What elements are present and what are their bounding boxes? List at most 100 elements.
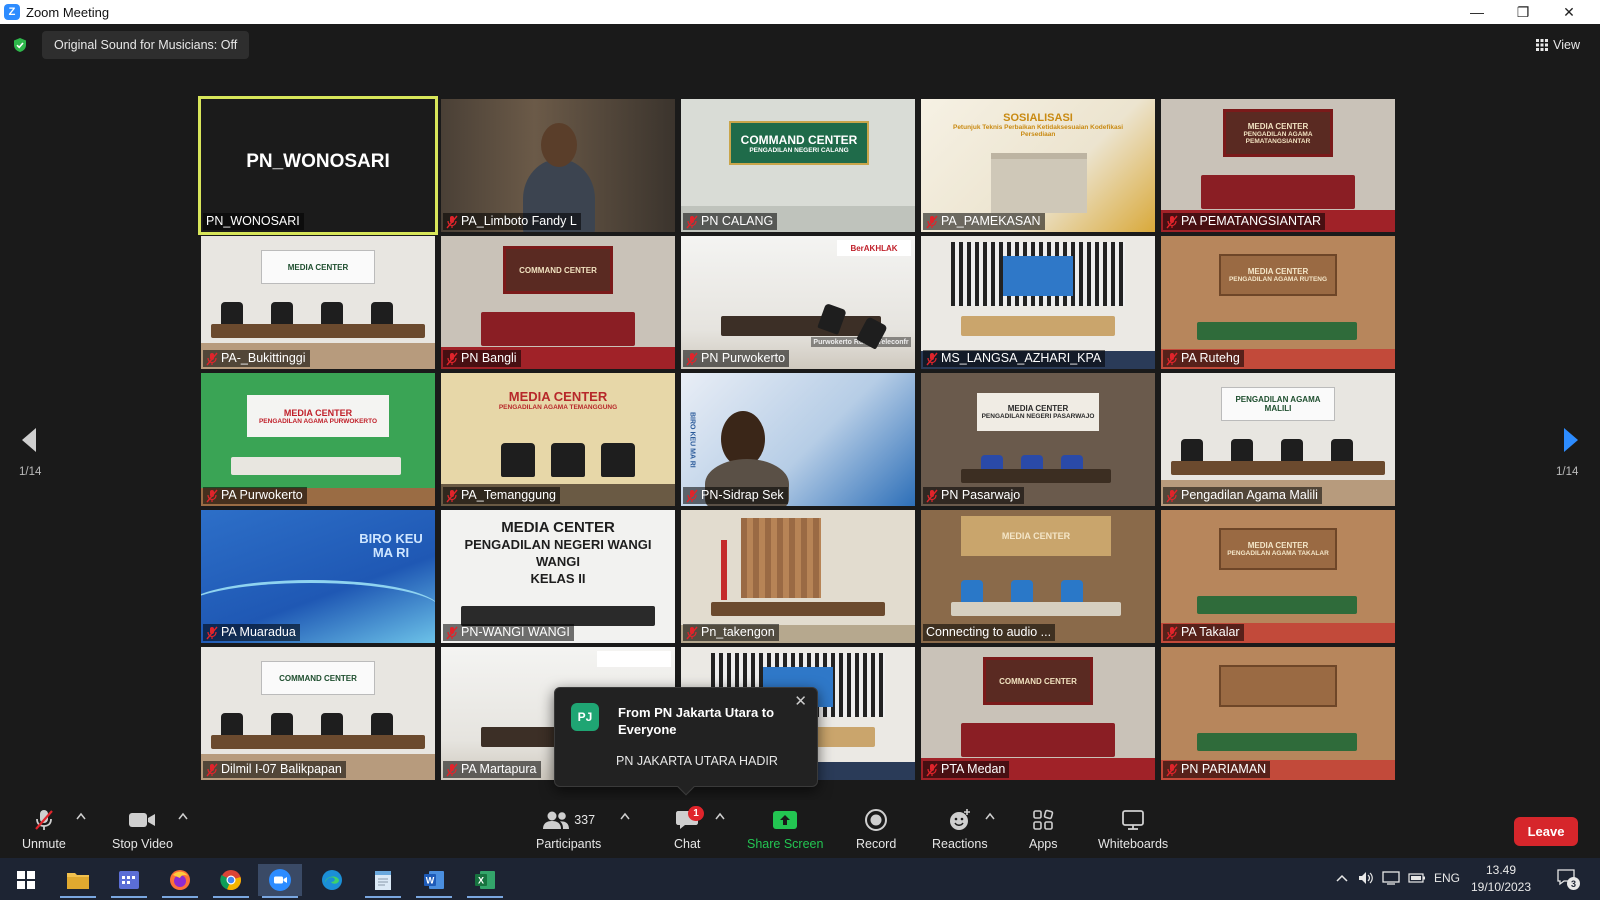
participant-name: PN-Sidrap Sek — [701, 488, 784, 502]
notification-center-icon[interactable]: 3 — [1556, 868, 1580, 890]
word-icon[interactable]: W — [412, 864, 456, 898]
scene-shape — [1201, 175, 1355, 209]
participant-tile[interactable]: PN PARIAMAN — [1161, 647, 1395, 780]
whiteboards-label: Whiteboards — [1098, 837, 1169, 851]
shield-check-icon[interactable] — [12, 37, 28, 53]
video-options-caret-icon[interactable] — [178, 812, 188, 820]
wall-sign: MEDIA CENTER — [261, 250, 375, 284]
unmute-button[interactable]: Unmute — [22, 806, 66, 851]
reactions-button[interactable]: Reactions — [932, 806, 988, 851]
scene-shape — [551, 443, 585, 477]
notification-count: 3 — [1567, 877, 1580, 890]
battery-icon[interactable] — [1408, 873, 1426, 883]
participant-tile[interactable]: PA_Limboto Fandy L — [441, 99, 675, 232]
participant-tile[interactable]: BIRO KEU MA RI PN-Sidrap Sek — [681, 373, 915, 506]
edge-icon[interactable] — [310, 864, 354, 896]
share-screen-button[interactable]: Share Screen — [747, 806, 823, 851]
volume-icon[interactable] — [1358, 871, 1374, 885]
chrome-icon[interactable] — [209, 864, 253, 898]
wall-sign: SOSIALISASI Petunjuk Teknis Perbaikan Ket… — [941, 103, 1135, 147]
participant-tile[interactable]: PENGADILAN AGAMA MALILI Pengadilan Agama … — [1161, 373, 1395, 506]
participant-name: Dilmil I-07 Balikpapan — [221, 762, 342, 776]
wall-sign-text: PENGADILAN AGAMA PEMATANGSIANTAR — [1243, 130, 1313, 145]
participant-tile[interactable]: MEDIA CENTER PA-_Bukittinggi — [201, 236, 435, 369]
participants-label: Participants — [536, 837, 602, 851]
input-language[interactable]: ENG — [1434, 871, 1460, 885]
participant-name: PA Muaradua — [221, 625, 296, 639]
participant-tile[interactable]: MEDIA CENTER PENGADILAN AGAMA PURWOKERTO P… — [201, 373, 435, 506]
minimize-icon[interactable]: — — [1454, 0, 1500, 24]
participant-tile[interactable]: COMMAND CENTER Dilmil I-07 Balikpapan — [201, 647, 435, 780]
participant-tile[interactable]: SOSIALISASI Petunjuk Teknis Perbaikan Ket… — [921, 99, 1155, 232]
chat-notification[interactable]: PJ From PN Jakarta Utara to Everyone PN … — [554, 687, 818, 796]
record-button[interactable]: Record — [856, 806, 896, 851]
participant-tile[interactable]: MEDIA CENTER PENGADILAN NEGERI WANGI WANG… — [441, 510, 675, 643]
participant-name: MS_LANGSA_AZHARI_KPA — [941, 351, 1102, 365]
participant-tile[interactable]: MEDIA CENTER Connecting to audio ... — [921, 510, 1155, 643]
view-button[interactable]: View — [1528, 33, 1588, 57]
participant-tile[interactable]: COMMAND CENTER PN Bangli — [441, 236, 675, 369]
wall-sign-text: PENGADILAN AGAMA PURWOKERTO — [258, 417, 378, 425]
participant-tile[interactable]: BIRO KEU MA RI PA Muaradua — [201, 510, 435, 643]
original-sound-button[interactable]: Original Sound for Musicians: Off — [42, 31, 250, 59]
chat-caret-icon[interactable] — [715, 812, 725, 820]
participant-tile[interactable]: MEDIA CENTER PENGADILAN AGAMA RUTENG PA Ru… — [1161, 236, 1395, 369]
record-icon — [865, 809, 888, 831]
excel-icon[interactable]: X — [463, 864, 507, 898]
close-icon[interactable]: ✕ — [794, 692, 807, 710]
wall-sign-text: COMMAND CENTER — [740, 132, 858, 147]
stop-video-button[interactable]: Stop Video — [112, 806, 173, 851]
whiteboard-icon — [1122, 810, 1144, 830]
wall-sign: MEDIA CENTER — [961, 516, 1111, 556]
participant-name-tag: PA-_Bukittinggi — [203, 350, 310, 367]
participant-name: PA Purwokerto — [221, 488, 303, 502]
wall-sign: BIRO KEU MA RI — [351, 516, 431, 576]
participant-tile[interactable]: MS_LANGSA_AZHARI_KPA — [921, 236, 1155, 369]
wall-sign-text: MEDIA CENTER — [287, 262, 349, 272]
participants-button[interactable]: 337 Participants — [536, 806, 601, 851]
calendar-app-icon[interactable] — [107, 864, 151, 898]
participant-tile[interactable]: MEDIA CENTER PENGADILAN NEGERI PASARWAJO P… — [921, 373, 1155, 506]
reactions-caret-icon[interactable] — [985, 812, 995, 820]
leave-button[interactable]: Leave — [1514, 817, 1578, 846]
participant-tile[interactable]: MEDIA CENTER PENGADILAN AGAMA TEMANGGUNG P… — [441, 373, 675, 506]
participant-tile[interactable]: BerAKHLAKPurwokerto Ruang TeleconfrPN Pu… — [681, 236, 915, 369]
participant-name-tag: PN Pasarwajo — [923, 487, 1025, 504]
close-icon[interactable]: ✕ — [1546, 0, 1592, 24]
participant-tile[interactable]: Pn_takengon — [681, 510, 915, 643]
scene-shape — [961, 316, 1115, 336]
wall-sign: MEDIA CENTER PENGADILAN NEGERI WANGI WANG… — [451, 514, 665, 592]
participant-tile[interactable]: COMMAND CENTER PTA Medan — [921, 647, 1155, 780]
audio-options-caret-icon[interactable] — [76, 812, 86, 820]
network-icon[interactable] — [1382, 871, 1400, 885]
whiteboards-button[interactable]: Whiteboards — [1098, 806, 1168, 851]
zoom-icon[interactable] — [258, 864, 302, 898]
system-clock[interactable]: 13.49 19/10/2023 — [1464, 862, 1538, 896]
restore-icon[interactable]: ❐ — [1500, 0, 1546, 24]
next-page-icon[interactable] — [1564, 428, 1578, 452]
file-explorer-icon[interactable] — [56, 864, 100, 898]
tray-chevron-icon[interactable] — [1336, 873, 1348, 883]
apps-button[interactable]: Apps — [1029, 806, 1058, 851]
wall-sign-text: MEDIA CENTER — [501, 519, 615, 536]
notepad-icon[interactable] — [361, 864, 405, 898]
participant-tile[interactable]: PN_WONOSARI PN_WONOSARI — [198, 96, 438, 235]
participant-tile[interactable]: MEDIA CENTER PENGADILAN AGAMA TAKALAR PA T… — [1161, 510, 1395, 643]
previous-page-icon[interactable] — [22, 428, 36, 452]
wall-sign: COMMAND CENTER PENGADILAN NEGERI CALANG — [729, 121, 869, 165]
reactions-smiley-icon — [949, 809, 970, 830]
participants-caret-icon[interactable] — [620, 812, 630, 820]
wall-sign-text: PENGADILAN NEGERI CALANG — [749, 146, 849, 154]
page-indicator-left: 1/14 — [19, 466, 42, 478]
scene-shape — [231, 457, 401, 475]
wall-sign: BerAKHLAK — [837, 240, 911, 256]
muted-microphone-icon — [446, 489, 458, 502]
scene-shape — [601, 443, 635, 477]
windows-start-icon[interactable] — [4, 864, 48, 896]
view-label: View — [1553, 38, 1580, 52]
scene-shape — [1197, 322, 1357, 340]
participant-tile[interactable]: COMMAND CENTER PENGADILAN NEGERI CALANG PN… — [681, 99, 915, 232]
participant-tile[interactable]: MEDIA CENTER PENGADILAN AGAMA PEMATANGSIA… — [1161, 99, 1395, 232]
firefox-icon[interactable] — [158, 864, 202, 898]
wall-sign-text: MEDIA CENTER — [508, 389, 608, 404]
